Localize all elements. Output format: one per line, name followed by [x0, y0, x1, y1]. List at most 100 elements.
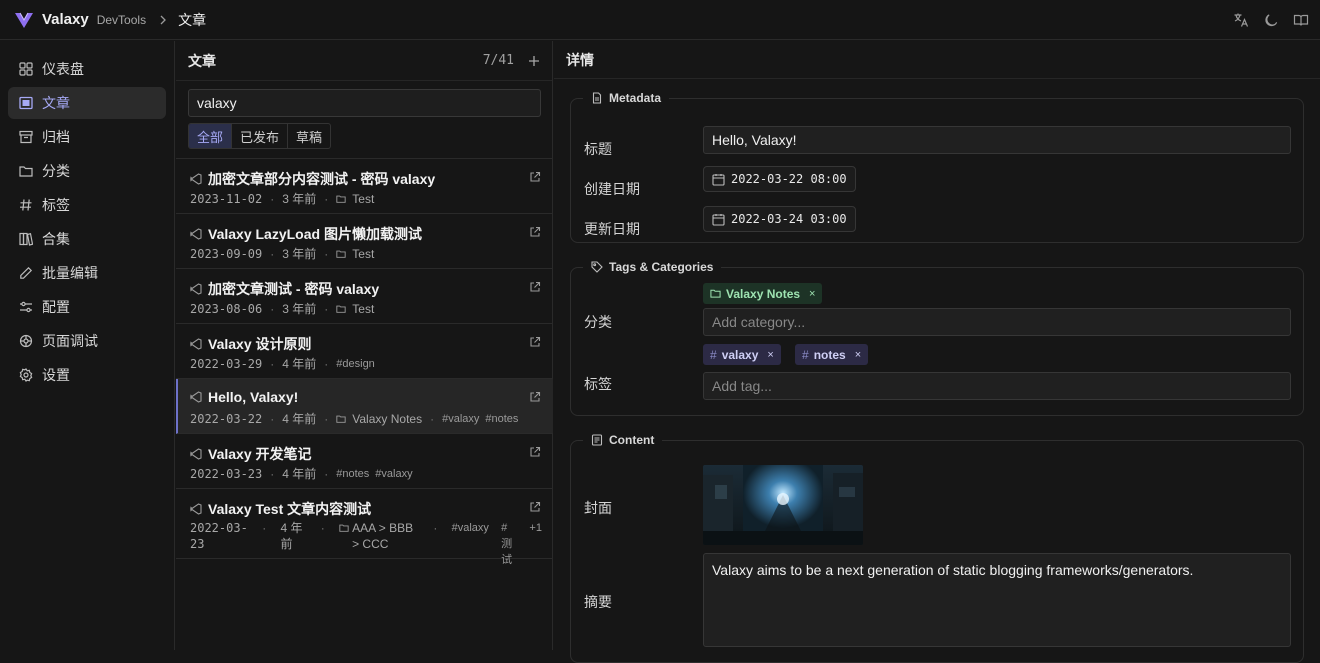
search-input[interactable]: [188, 89, 541, 117]
post-tag: #valaxy: [375, 467, 413, 480]
post-ago: 4 年前: [282, 467, 317, 481]
sidebar-item-settings[interactable]: 设置: [8, 359, 166, 391]
post-ago: 3 年前: [282, 302, 317, 316]
vscode-icon[interactable]: [190, 448, 202, 460]
list-item[interactable]: 加密文章测试 - 密码 valaxy 2023-08-06 · 3 年前 · Tes…: [176, 269, 553, 324]
sidebar-item-archive[interactable]: 归档: [8, 121, 166, 153]
post-category: Valaxy Notes: [352, 411, 423, 426]
post-ago: 4 年前: [280, 521, 303, 551]
folder-icon: [336, 249, 346, 259]
sidebar-item-posts[interactable]: 文章: [8, 87, 166, 119]
sidebar-item-dashboard[interactable]: 仪表盘: [8, 53, 166, 85]
vscode-icon[interactable]: [190, 338, 202, 350]
folder-icon: [336, 304, 346, 314]
sidebar-item-tags[interactable]: 标签: [8, 189, 166, 221]
post-title: 加密文章测试 - 密码 valaxy: [208, 281, 380, 297]
content-section: Content 封面 摘要 Valaxy aims to be a next g…: [570, 433, 1304, 663]
add-post-button[interactable]: [528, 55, 540, 67]
folder-icon: [336, 414, 346, 424]
taxonomy-section: Tags & Categories 分类 Valaxy Notes × Add …: [570, 260, 1304, 416]
updated-date-picker[interactable]: 2022-03-24 03:00: [703, 206, 856, 232]
content-icon: [591, 434, 603, 446]
status-filter: 全部 已发布 草稿: [188, 123, 332, 149]
remove-category-button[interactable]: ×: [809, 288, 815, 300]
tag-chip: # notes ×: [795, 344, 869, 365]
sidebar-item-label: 仪表盘: [42, 61, 84, 77]
vscode-icon[interactable]: [190, 228, 202, 240]
brand-subtitle: DevTools: [96, 12, 147, 27]
external-link-icon[interactable]: [529, 226, 541, 238]
metadata-legend: Metadata: [609, 91, 662, 105]
chevron-right-icon: [158, 15, 168, 25]
remove-tag-button[interactable]: ×: [767, 349, 773, 361]
add-tag-input[interactable]: Add tag...: [703, 372, 1291, 400]
post-date: 2022-03-23: [190, 466, 263, 481]
top-bar: Valaxy DevTools 文章: [0, 0, 1320, 40]
sidebar-item-label: 合集: [42, 231, 70, 247]
list-item[interactable]: 加密文章部分内容测试 - 密码 valaxy 2023-11-02 · 3 年前 ·…: [176, 159, 553, 214]
books-icon: [18, 231, 34, 247]
detail-title: 详情: [554, 41, 1320, 79]
pencil-icon: [18, 265, 34, 281]
post-ago: 3 年前: [282, 192, 317, 206]
excerpt-textarea[interactable]: Valaxy aims to be a next generation of s…: [703, 553, 1291, 647]
post-date: 2022-03-29: [190, 356, 263, 371]
list-item[interactable]: Valaxy 设计原则 2022-03-29 · 4 年前 · #design: [176, 324, 553, 379]
cover-label: 封面: [584, 500, 612, 516]
translate-icon[interactable]: [1232, 11, 1250, 29]
external-link-icon[interactable]: [529, 391, 541, 403]
external-link-icon[interactable]: [529, 171, 541, 183]
sidebar-item-config[interactable]: 配置: [8, 291, 166, 323]
vscode-icon[interactable]: [190, 173, 202, 185]
post-category: AAA > BBB > CCC: [352, 521, 414, 551]
file-icon: [591, 92, 603, 104]
list-item[interactable]: Valaxy 开发笔记 2022-03-23 · 4 年前 · #notes #va…: [176, 434, 553, 489]
vscode-icon[interactable]: [190, 391, 202, 403]
metadata-section: Metadata 标题 Hello, Valaxy! 创建日期 2022-03-…: [570, 91, 1304, 243]
list-item[interactable]: Valaxy LazyLoad 图片懒加载测试 2023-09-09 · 3 年前…: [176, 214, 553, 269]
post-title: Valaxy 设计原则: [208, 336, 312, 352]
list-item-selected[interactable]: Hello, Valaxy! 2022-03-22 · 4 年前 · Valaxy …: [176, 379, 553, 434]
remove-tag-button[interactable]: ×: [855, 349, 861, 361]
calendar-icon: [712, 213, 725, 226]
external-link-icon[interactable]: [529, 281, 541, 293]
taxonomy-legend: Tags & Categories: [609, 260, 714, 274]
sidebar-item-bulk-edit[interactable]: 批量编辑: [8, 257, 166, 289]
book-icon[interactable]: [1292, 11, 1310, 29]
sidebar-item-page-debug[interactable]: 页面调试: [8, 325, 166, 357]
sidebar-item-label: 归档: [42, 129, 70, 145]
title-input[interactable]: Hello, Valaxy!: [703, 126, 1291, 154]
list-item[interactable]: Valaxy Test 文章内容测试 2022-03-23 · 4 年前 · A…: [176, 489, 553, 566]
external-link-icon[interactable]: [529, 446, 541, 458]
hash-symbol: #: [802, 347, 809, 362]
post-title: Valaxy 开发笔记: [208, 446, 312, 462]
content-legend: Content: [609, 433, 655, 447]
post-date: 2022-03-23: [190, 521, 248, 551]
list-title: 文章: [188, 52, 216, 69]
sidebar-item-label: 文章: [42, 95, 70, 111]
filter-draft[interactable]: 草稿: [288, 124, 330, 148]
moon-icon[interactable]: [1262, 11, 1280, 29]
cover-image[interactable]: [703, 465, 863, 545]
post-tag: #notes: [336, 467, 370, 480]
post-ago: 4 年前: [282, 357, 317, 371]
vscode-icon[interactable]: [190, 283, 202, 295]
post-title: Hello, Valaxy!: [208, 389, 299, 405]
tag-chip: # valaxy ×: [703, 344, 781, 365]
filter-published[interactable]: 已发布: [232, 124, 289, 148]
created-date-value: 2022-03-22 08:00: [731, 172, 847, 186]
vscode-icon[interactable]: [190, 503, 202, 515]
valaxy-logo[interactable]: [14, 10, 34, 30]
sidebar-item-categories[interactable]: 分类: [8, 155, 166, 187]
calendar-icon: [712, 173, 725, 186]
sidebar-item-collections[interactable]: 合集: [8, 223, 166, 255]
add-category-input[interactable]: Add category...: [703, 308, 1291, 336]
external-link-icon[interactable]: [529, 501, 541, 513]
post-title: 加密文章部分内容测试 - 密码 valaxy: [208, 171, 436, 187]
document-icon: [18, 95, 34, 111]
breadcrumb-current: 文章: [178, 11, 207, 28]
filter-all[interactable]: 全部: [189, 124, 233, 148]
created-date-picker[interactable]: 2022-03-22 08:00: [703, 166, 856, 192]
post-date: 2023-09-09: [190, 246, 263, 261]
external-link-icon[interactable]: [529, 336, 541, 348]
